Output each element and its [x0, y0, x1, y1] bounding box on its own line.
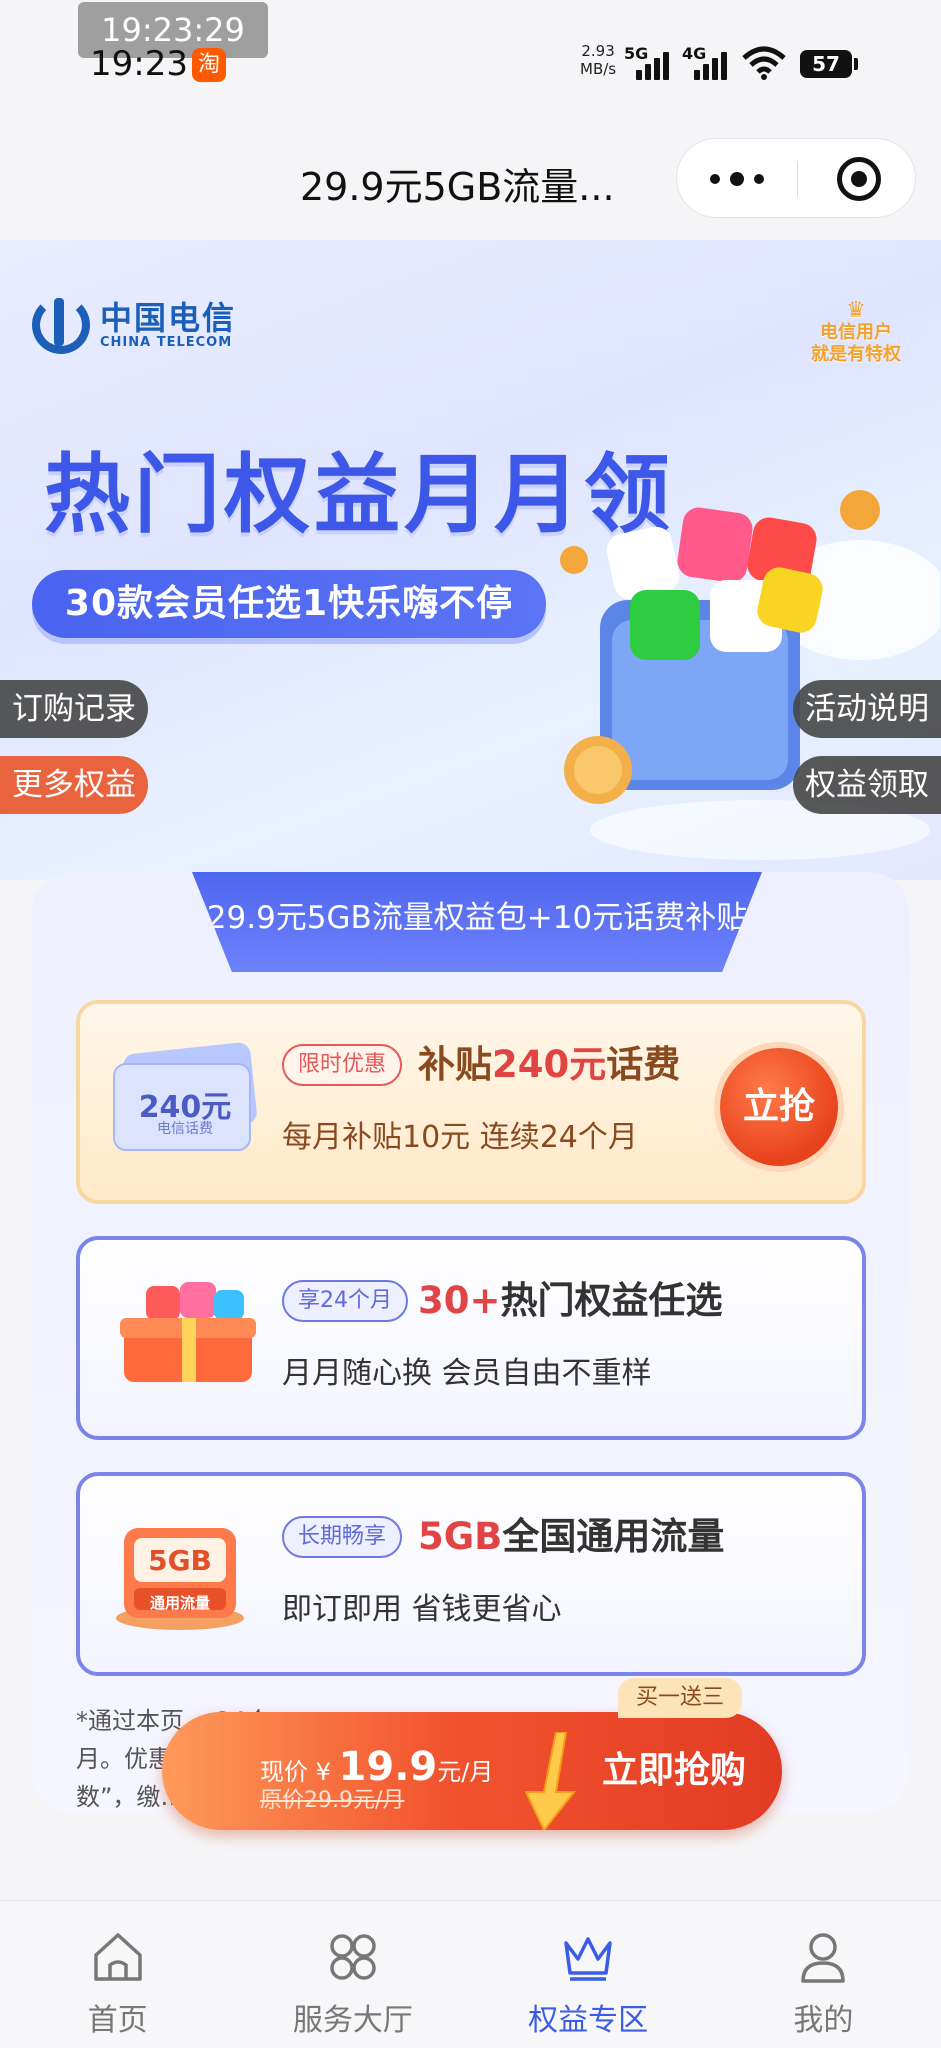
nav-item-benefits[interactable]: 权益专区	[471, 1901, 706, 2048]
status-bar: 19:23:29 19:23 淘 2.93 MB/s 5G 4G 57	[0, 0, 941, 120]
claim-benefits-tab[interactable]: 权益领取	[793, 756, 941, 814]
nav-item-home[interactable]: 首页	[0, 1901, 235, 2048]
buy-now-button-label[interactable]: 立即抢购	[602, 1712, 746, 1830]
badge-line-1: 电信用户	[820, 322, 892, 343]
offer-subtitle: 每月补贴10元 连续24个月	[282, 1120, 638, 1155]
network-speed: 2.93 MB/s	[580, 42, 616, 78]
crown-icon	[564, 1937, 612, 1981]
brand-name-cn: 中国电信	[100, 298, 237, 337]
bill-subsidy-offer[interactable]: 240元 电信话费 限时优惠 补贴240元话费 每月补贴10元 连续24个月 立…	[76, 1000, 866, 1204]
data-type-label: 通用流量	[149, 1594, 210, 1612]
activity-rules-tab[interactable]: 活动说明	[793, 680, 941, 738]
taobao-app-icon: 淘	[192, 48, 226, 82]
headline-highlight: 240元	[492, 1043, 607, 1086]
nav-item-mine[interactable]: 我的	[706, 1901, 941, 2048]
hero-banner: 中国电信 CHINA TELECOM ♛ 电信用户 就是有特权 热门权益月月领 …	[0, 240, 941, 880]
user-icon	[801, 1933, 846, 1983]
network-speed-value: 2.93	[581, 42, 615, 60]
capsule-divider	[797, 161, 798, 197]
close-mini-program-button[interactable]	[837, 157, 881, 201]
wifi-icon	[742, 46, 786, 80]
credit-label: 电信话费	[157, 1121, 213, 1137]
battery-icon: 57	[800, 50, 858, 78]
page-title: 29.9元5GB流量...	[300, 165, 615, 209]
nav-label: 权益专区	[528, 2003, 649, 2038]
headline-prefix: 补贴	[418, 1043, 492, 1086]
offer-subtitle: 即订即用 省钱更省心	[282, 1592, 562, 1627]
data-plan-offer[interactable]: 5GB 通用流量 长期畅享 5GB全国通用流量 即订即用 省钱更省心	[76, 1472, 866, 1676]
crown-icon: ♛	[846, 298, 866, 323]
dot-icon	[730, 172, 744, 186]
headline-suffix: 全国通用流量	[502, 1515, 725, 1558]
service-hall-icon	[330, 1934, 376, 1980]
gift-box-apps-icon	[120, 1282, 256, 1382]
down-arrow-icon	[524, 1732, 577, 1830]
original-price: 原价29.9元/月	[260, 1788, 405, 1813]
privilege-badge: ♛ 电信用户 就是有特权	[796, 300, 916, 370]
more-options-button[interactable]	[677, 139, 797, 219]
hero-subtitle-pill: 30款会员任选1快乐嗨不停	[32, 570, 546, 638]
status-time: 19:23	[90, 44, 188, 84]
product-card: 29.9元5GB流量权益包+10元话费补贴 240元 电信话费 限时优惠 补贴2…	[32, 872, 909, 1812]
badge-line-2: 就是有特权	[811, 344, 901, 365]
long-term-tag: 长期畅享	[282, 1516, 403, 1558]
dot-icon	[710, 174, 720, 184]
sim2-signal-icon	[694, 50, 727, 80]
telecom-logo-icon	[32, 296, 90, 354]
data-amount-label: 5GB	[148, 1544, 212, 1577]
headline-suffix: 话费	[606, 1043, 681, 1086]
headline-highlight: 5GB	[418, 1515, 503, 1558]
nav-item-service-hall[interactable]: 服务大厅	[235, 1901, 470, 2048]
nav-label: 首页	[87, 2003, 148, 2038]
order-history-tab[interactable]: 订购记录	[0, 680, 148, 738]
bottom-navigation: 首页 服务大厅 权益专区 我的	[0, 1900, 941, 2048]
sim1-signal-icon	[636, 50, 669, 80]
title-bar: 29.9元5GB流量...	[0, 120, 941, 240]
headline-highlight: 30+	[418, 1279, 501, 1322]
offer-headline: 5GB全国通用流量	[418, 1506, 724, 1560]
24-months-tag: 享24个月	[282, 1280, 408, 1322]
dot-icon	[754, 174, 764, 184]
limited-offer-tag: 限时优惠	[282, 1044, 403, 1086]
nav-label: 服务大厅	[292, 2003, 413, 2038]
offer-headline: 补贴240元话费	[418, 1034, 680, 1088]
china-telecom-logo: 中国电信 CHINA TELECOM	[32, 296, 236, 354]
membership-benefits-offer[interactable]: 享24个月 30+热门权益任选 月月随心换 会员自由不重样	[76, 1236, 866, 1440]
mini-program-capsule	[676, 138, 916, 218]
offer-headline: 30+热门权益任选	[418, 1270, 723, 1324]
price-unit: 元/月	[437, 1758, 494, 1786]
more-benefits-tab[interactable]: 更多权益	[0, 756, 148, 814]
brand-name-en: CHINA TELECOM	[100, 334, 233, 350]
nav-label: 我的	[793, 2003, 854, 2038]
offer-subtitle: 月月随心换 会员自由不重样	[282, 1356, 652, 1391]
product-header: 29.9元5GB流量权益包+10元话费补贴	[192, 872, 762, 972]
headline-suffix: 热门权益任选	[500, 1279, 723, 1322]
network-speed-unit: MB/s	[580, 60, 617, 78]
home-icon	[93, 1933, 142, 1981]
buy-now-bar[interactable]: 买一送三 现价 ¥ 19.9元/月 原价29.9元/月 立即抢购	[162, 1678, 782, 1830]
grab-now-button[interactable]: 立抢	[720, 1048, 838, 1166]
